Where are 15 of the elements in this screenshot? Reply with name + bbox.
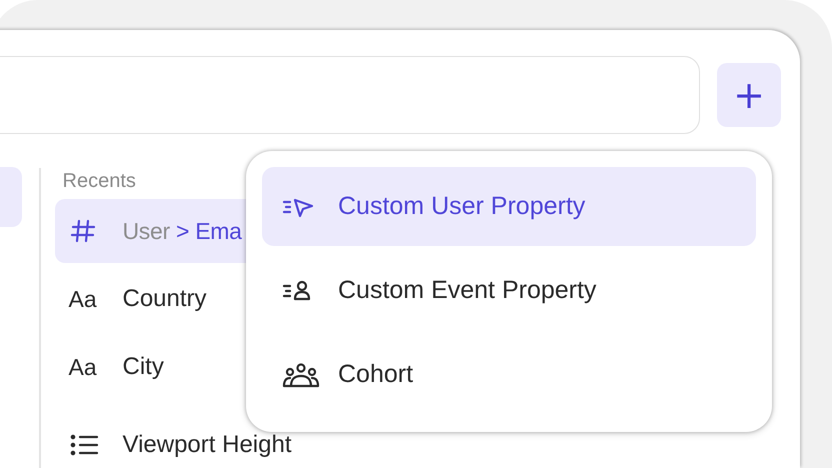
menu-item[interactable]: Custom User Property — [262, 167, 756, 246]
breadcrumb-text: User > Ema — [122, 218, 242, 244]
group-icon — [282, 362, 320, 388]
menu-item[interactable]: Cohort — [262, 335, 756, 414]
search-field[interactable] — [0, 56, 700, 134]
item-label: Viewport Height — [122, 431, 292, 459]
list-icon — [68, 432, 98, 458]
item-label: City — [122, 353, 164, 381]
add-button[interactable]: + — [717, 63, 781, 127]
recent-item[interactable]: Viewport Height — [54, 413, 354, 468]
section-heading: Recents — [62, 170, 137, 193]
item-label: Country — [122, 285, 207, 313]
type-icon: Aa — [68, 354, 97, 380]
type-icon: Aa — [68, 286, 97, 312]
hash-icon — [68, 217, 96, 245]
